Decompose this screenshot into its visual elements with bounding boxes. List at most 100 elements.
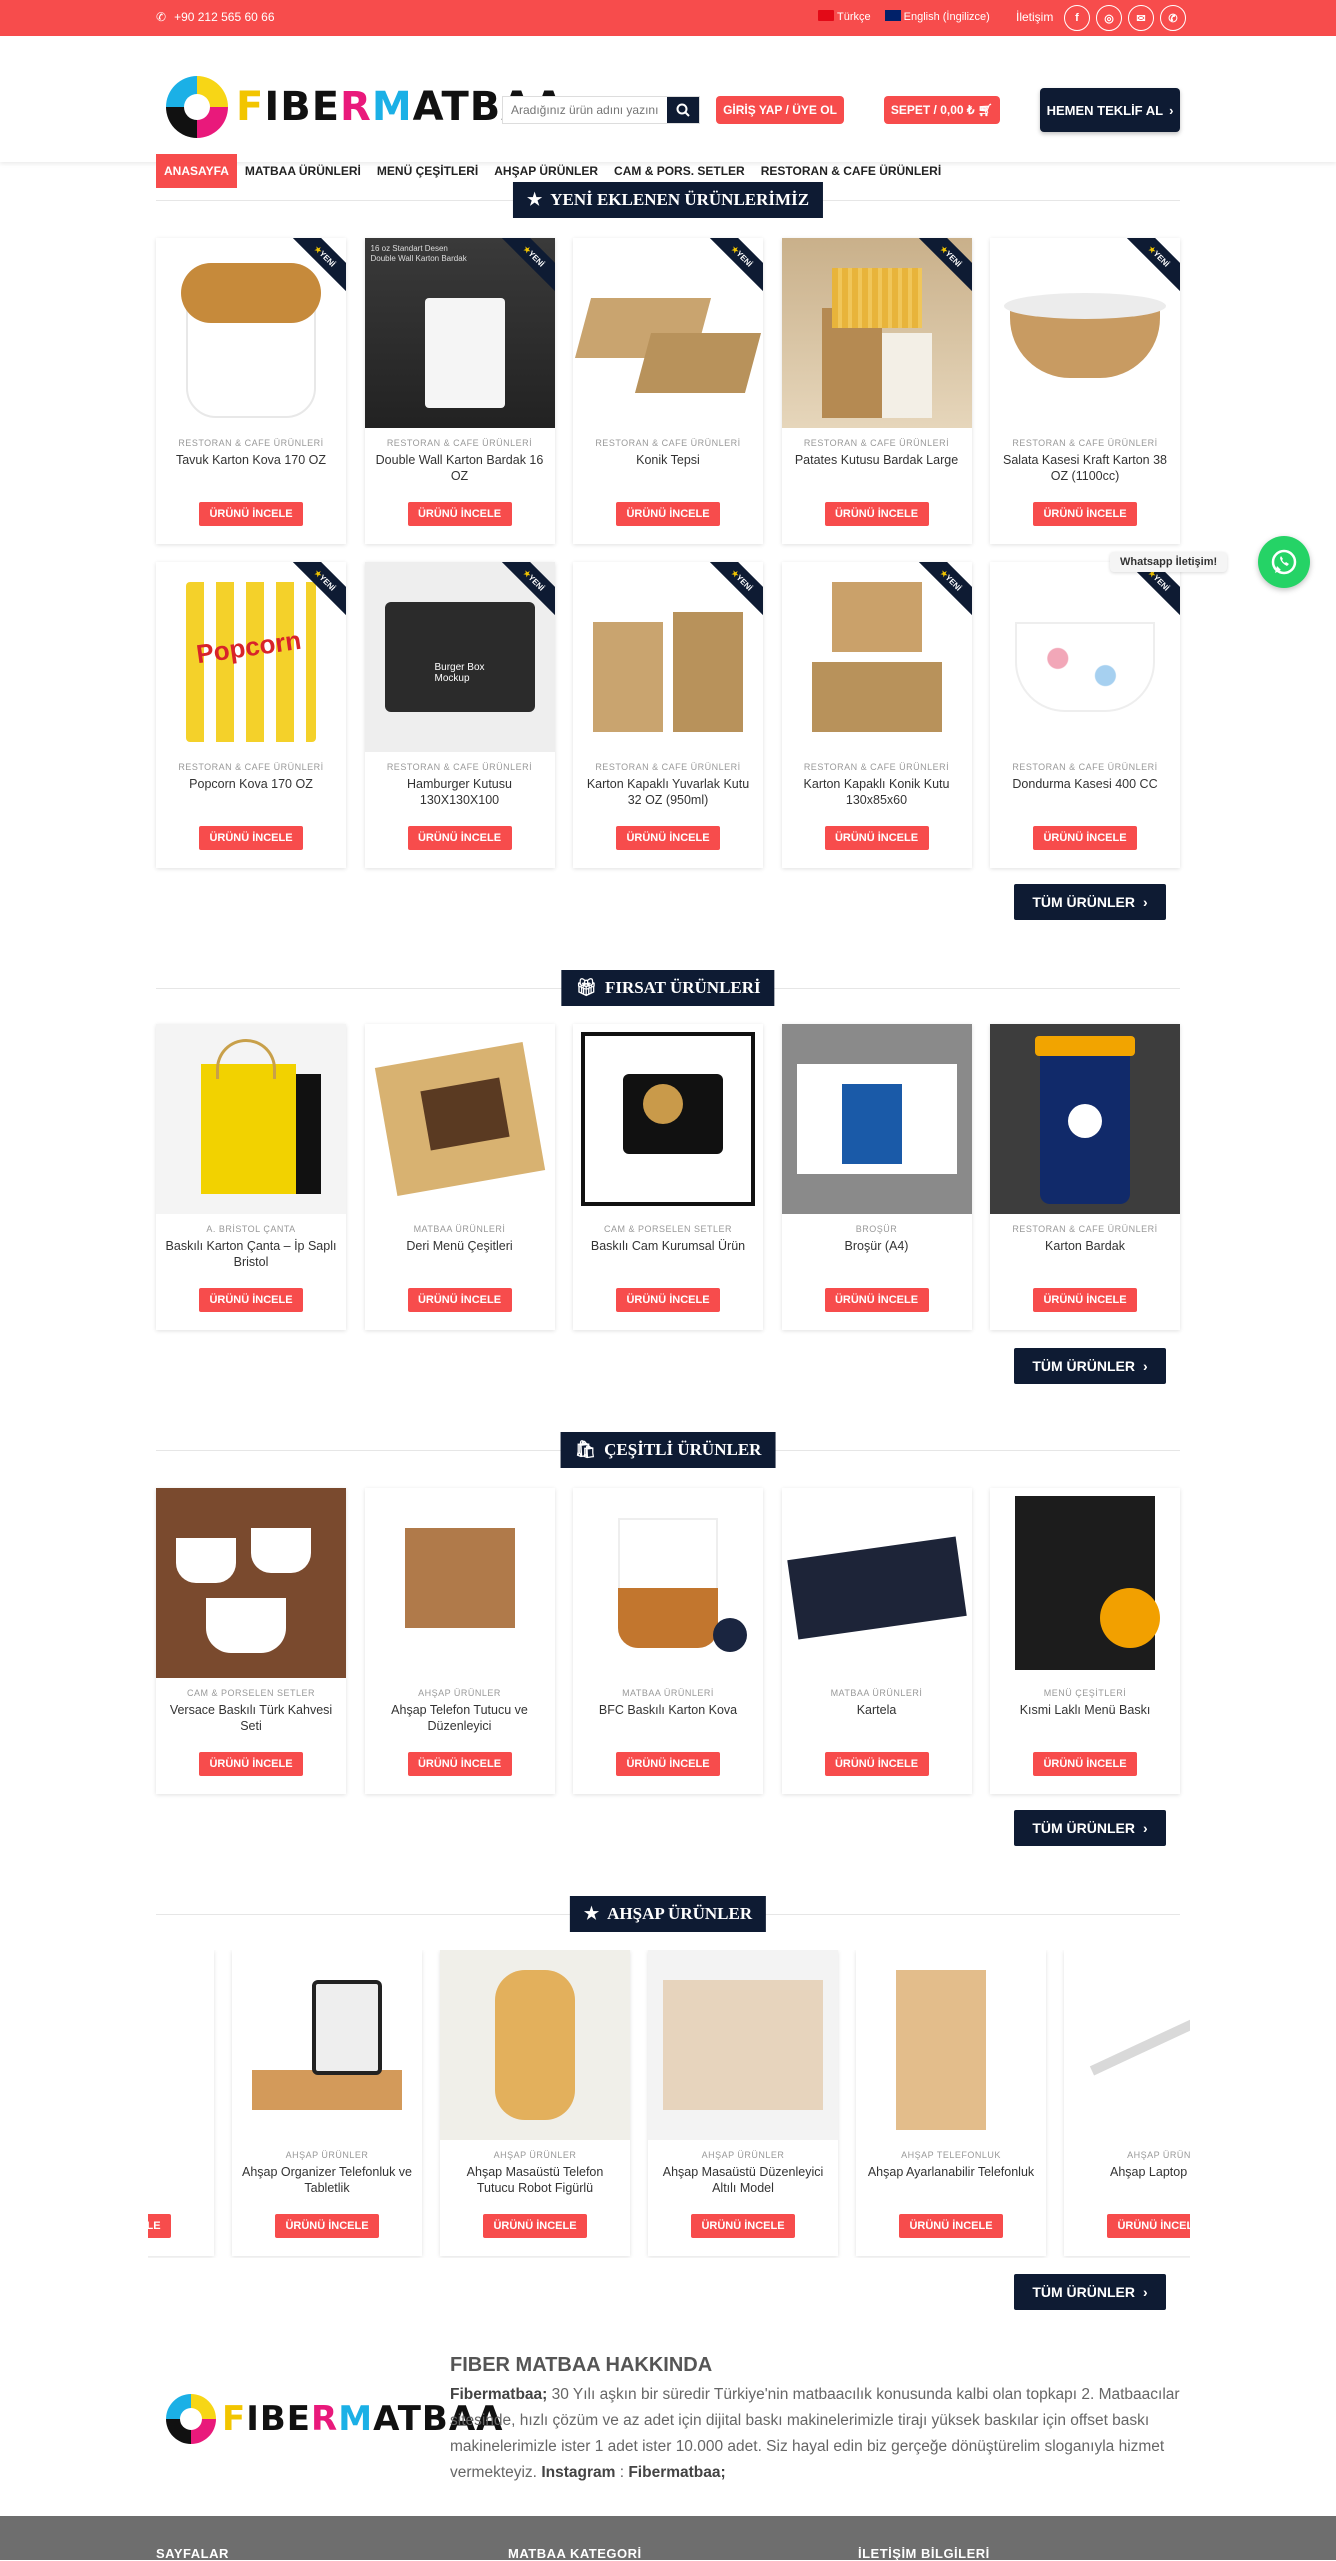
product-name[interactable]: Baskılı Cam Kurumsal Ürün bbox=[581, 1238, 755, 1272]
product-card[interactable]: YENİ RESTORAN & CAFE ÜRÜNLERİ Karton Kapak… bbox=[573, 562, 763, 868]
review-product-button[interactable]: ÜRÜNÜ İNCELE bbox=[1033, 502, 1137, 526]
review-product-button[interactable]: ÜRÜNÜ İNCELE bbox=[275, 2214, 379, 2238]
product-image[interactable]: YENİ bbox=[781, 562, 972, 752]
product-name[interactable]: Patates Kutusu Bardak Large bbox=[790, 452, 964, 486]
product-category[interactable]: RESTORAN & CAFE ÜRÜNLERİ bbox=[990, 438, 1180, 448]
product-name[interactable]: Ahşap Laptop Tut bbox=[1072, 2164, 1190, 2198]
contact-link[interactable]: İletişim bbox=[1016, 10, 1053, 24]
product-category[interactable]: AHŞAP TELEFONLUK bbox=[856, 2150, 1046, 2160]
product-name[interactable]: alık bbox=[148, 2164, 206, 2198]
product-category[interactable]: AHŞAP ÜRÜN bbox=[1064, 2150, 1190, 2160]
product-category[interactable]: RESTORAN & CAFE ÜRÜNLERİ bbox=[156, 762, 346, 772]
phone-link[interactable]: ✆ +90 212 565 60 66 bbox=[156, 10, 275, 24]
product-name[interactable]: Tavuk Karton Kova 170 OZ bbox=[164, 452, 338, 486]
review-product-button[interactable]: ÜRÜNÜ İNCELE bbox=[824, 1288, 929, 1312]
product-name[interactable]: Broşür (A4) bbox=[790, 1238, 964, 1272]
wood-products-slider[interactable]: ER alık ÜRÜNÜ İNCELE AHŞAP ÜRÜNLER Ahşap Org… bbox=[148, 1950, 1190, 2258]
product-card[interactable]: ER alık ÜRÜNÜ İNCELE bbox=[148, 1950, 214, 2256]
product-category[interactable]: CAM & PORSELEN SETLER bbox=[156, 1688, 346, 1698]
product-card[interactable]: YENİ RESTORAN & CAFE ÜRÜNLERİ Dondurma Kas… bbox=[990, 562, 1180, 868]
product-name[interactable]: Hamburger Kutusu 130X130X100 bbox=[373, 776, 547, 810]
product-image[interactable]: Burger BoxMockupYENİ bbox=[364, 562, 555, 752]
product-name[interactable]: Ahşap Masaüstü Düzenleyici Altılı Model bbox=[656, 2164, 830, 2198]
product-image[interactable] bbox=[856, 1950, 1046, 2140]
product-category[interactable]: A. BRİSTOL ÇANTA bbox=[156, 1224, 346, 1234]
facebook-icon[interactable]: f bbox=[1064, 5, 1090, 31]
product-image[interactable]: YENİ bbox=[156, 238, 346, 428]
review-product-button[interactable]: ÜRÜNÜ İNCELE bbox=[824, 1752, 929, 1776]
product-category[interactable]: MATBAA ÜRÜNLERİ bbox=[365, 1224, 555, 1234]
product-card[interactable]: AHŞAP ÜRÜNLER Ahşap Telefon Tutucu ve Düz… bbox=[364, 1488, 555, 1794]
product-category[interactable]: AHŞAP ÜRÜNLER bbox=[440, 2150, 630, 2160]
product-card[interactable]: Burger BoxMockupYENİ RESTORAN & CAFE ÜRÜN… bbox=[364, 562, 555, 868]
product-category[interactable]: RESTORAN & CAFE ÜRÜNLERİ bbox=[573, 762, 763, 772]
product-card[interactable]: A. BRİSTOL ÇANTA Baskılı Karton Çanta – İ… bbox=[156, 1024, 346, 1330]
product-category[interactable]: ER bbox=[148, 2150, 214, 2160]
product-card[interactable]: AHŞAP ÜRÜNLER Ahşap Masaüstü Düzenleyici … bbox=[648, 1950, 838, 2256]
review-product-button[interactable]: ÜRÜNÜ İNCELE bbox=[616, 826, 720, 850]
product-category[interactable]: AHŞAP ÜRÜNLER bbox=[365, 1688, 555, 1698]
product-card[interactable]: YENİ RESTORAN & CAFE ÜRÜNLERİ Karton Kapak… bbox=[781, 562, 972, 868]
product-image[interactable] bbox=[156, 1488, 346, 1678]
product-card[interactable]: MATBAA ÜRÜNLERİ BFC Baskılı Karton Kova ÜR… bbox=[573, 1488, 763, 1794]
review-product-button[interactable]: ÜRÜNÜ İNCELE bbox=[148, 2214, 171, 2238]
product-category[interactable]: RESTORAN & CAFE ÜRÜNLERİ bbox=[782, 762, 972, 772]
product-name[interactable]: Baskılı Karton Çanta – İp Saplı Bristol bbox=[164, 1238, 338, 1272]
product-image[interactable]: YENİ bbox=[990, 562, 1180, 752]
review-product-button[interactable]: ÜRÜNÜ İNCELE bbox=[1033, 1752, 1137, 1776]
product-category[interactable]: MENÜ ÇEŞİTLERİ bbox=[990, 1688, 1180, 1698]
product-category[interactable]: RESTORAN & CAFE ÜRÜNLERİ bbox=[156, 438, 346, 448]
product-name[interactable]: BFC Baskılı Karton Kova bbox=[581, 1702, 755, 1736]
product-name[interactable]: Kartela bbox=[790, 1702, 964, 1736]
review-product-button[interactable]: ÜRÜNÜ İNCELE bbox=[483, 2214, 587, 2238]
product-category[interactable]: RESTORAN & CAFE ÜRÜNLERİ bbox=[573, 438, 763, 448]
product-card[interactable]: YENİ RESTORAN & CAFE ÜRÜNLERİ Tavuk Karton… bbox=[156, 238, 346, 544]
product-name[interactable]: Ahşap Organizer Telefonluk ve Tabletlik bbox=[240, 2164, 414, 2198]
review-product-button[interactable]: ÜRÜNÜ İNCELE bbox=[1107, 2214, 1190, 2238]
product-image[interactable]: YENİ bbox=[781, 238, 972, 428]
product-category[interactable]: AHŞAP ÜRÜNLER bbox=[232, 2150, 422, 2160]
whatsapp-label[interactable]: Whatsapp İletişim! bbox=[1110, 552, 1228, 572]
review-product-button[interactable]: ÜRÜNÜ İNCELE bbox=[199, 826, 303, 850]
all-products-button[interactable]: TÜM ÜRÜNLER › bbox=[1014, 884, 1166, 920]
instagram-icon[interactable]: ◎ bbox=[1096, 5, 1122, 31]
product-image[interactable] bbox=[573, 1024, 763, 1214]
product-name[interactable]: Kısmi Laklı Menü Baskı bbox=[998, 1702, 1172, 1736]
product-name[interactable]: Ahşap Telefon Tutucu ve Düzenleyici bbox=[373, 1702, 547, 1736]
review-product-button[interactable]: ÜRÜNÜ İNCELE bbox=[616, 1752, 720, 1776]
email-icon[interactable]: ✉ bbox=[1128, 5, 1154, 31]
product-image[interactable] bbox=[781, 1488, 972, 1678]
product-image[interactable] bbox=[990, 1024, 1180, 1214]
product-category[interactable]: RESTORAN & CAFE ÜRÜNLERİ bbox=[365, 438, 555, 448]
product-card[interactable]: MENÜ ÇEŞİTLERİ Kısmi Laklı Menü Baskı ÜRÜN… bbox=[990, 1488, 1180, 1794]
product-category[interactable]: BROŞÜR bbox=[782, 1224, 972, 1234]
review-product-button[interactable]: ÜRÜNÜ İNCELE bbox=[199, 1752, 303, 1776]
product-category[interactable]: RESTORAN & CAFE ÜRÜNLERİ bbox=[990, 1224, 1180, 1234]
review-product-button[interactable]: ÜRÜNÜ İNCELE bbox=[616, 1288, 720, 1312]
product-image[interactable] bbox=[440, 1950, 630, 2140]
quote-button[interactable]: HEMEN TEKLİF AL › bbox=[1040, 88, 1180, 132]
review-product-button[interactable]: ÜRÜNÜ İNCELE bbox=[407, 1752, 512, 1776]
whatsapp-button[interactable] bbox=[1258, 536, 1310, 588]
all-products-button[interactable]: TÜM ÜRÜNLER › bbox=[1014, 1810, 1166, 1846]
product-card[interactable]: BROŞÜR Broşür (A4) ÜRÜNÜ İNCELE bbox=[781, 1024, 972, 1330]
product-category[interactable]: RESTORAN & CAFE ÜRÜNLERİ bbox=[365, 762, 555, 772]
product-card[interactable]: AHŞAP TELEFONLUK Ahşap Ayarlanabilir Tele… bbox=[856, 1950, 1046, 2256]
lang-en[interactable]: English (İngilizce) bbox=[884, 10, 990, 23]
review-product-button[interactable]: ÜRÜNÜ İNCELE bbox=[199, 502, 303, 526]
product-name[interactable]: Karton Kapaklı Konik Kutu 130x85x60 bbox=[790, 776, 964, 810]
product-category[interactable]: AHŞAP ÜRÜNLER bbox=[648, 2150, 838, 2160]
product-card[interactable]: AHŞAP ÜRÜN Ahşap Laptop Tut ÜRÜNÜ İNCELE bbox=[1064, 1950, 1190, 2256]
product-card[interactable]: YENİ RESTORAN & CAFE ÜRÜNLERİ Konik Tepsi Ü… bbox=[573, 238, 763, 544]
product-image[interactable] bbox=[364, 1024, 555, 1214]
product-name[interactable]: Karton Bardak bbox=[998, 1238, 1172, 1272]
search-button[interactable] bbox=[667, 97, 699, 123]
product-card[interactable]: MATBAA ÜRÜNLERİ Kartela ÜRÜNÜ İNCELE bbox=[781, 1488, 972, 1794]
product-name[interactable]: Popcorn Kova 170 OZ bbox=[164, 776, 338, 810]
phone-icon[interactable]: ✆ bbox=[1160, 5, 1186, 31]
product-image[interactable] bbox=[781, 1024, 972, 1214]
product-category[interactable]: MATBAA ÜRÜNLERİ bbox=[782, 1688, 972, 1698]
review-product-button[interactable]: ÜRÜNÜ İNCELE bbox=[1033, 826, 1137, 850]
product-image[interactable]: YENİ bbox=[573, 562, 763, 752]
product-name[interactable]: Deri Menü Çeşitleri bbox=[373, 1238, 547, 1272]
